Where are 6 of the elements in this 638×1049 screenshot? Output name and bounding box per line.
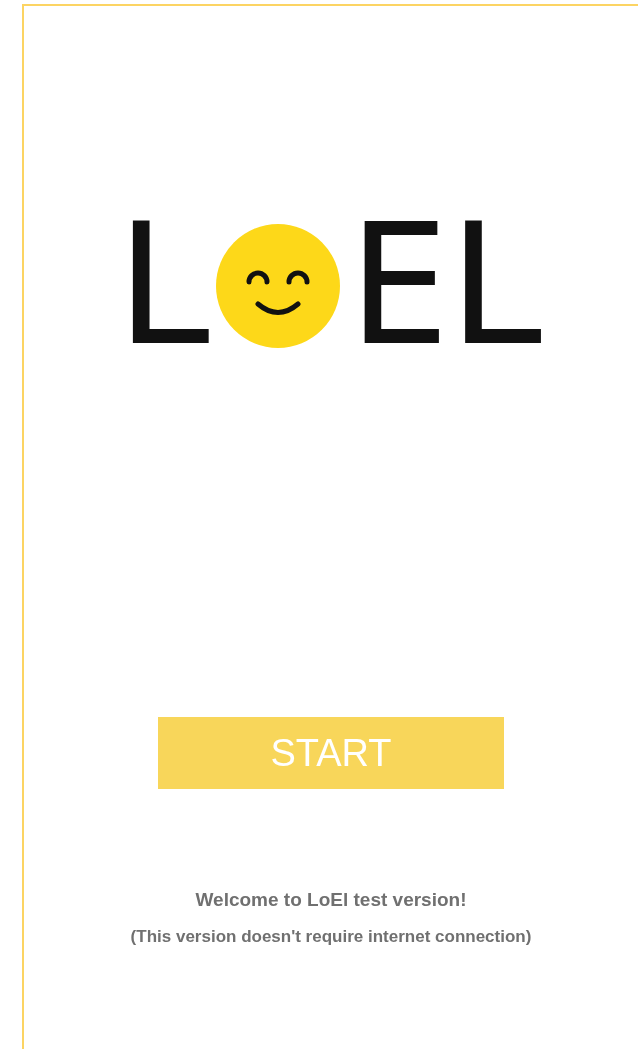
smiley-icon bbox=[216, 224, 341, 348]
logo-letters: EL bbox=[348, 220, 547, 350]
start-button[interactable]: START bbox=[158, 717, 504, 789]
welcome-text: Welcome to LoEl test version! bbox=[195, 889, 467, 911]
note-text: (This version doesn't require internet connection) bbox=[130, 927, 532, 947]
logo-letter: L bbox=[115, 220, 215, 350]
